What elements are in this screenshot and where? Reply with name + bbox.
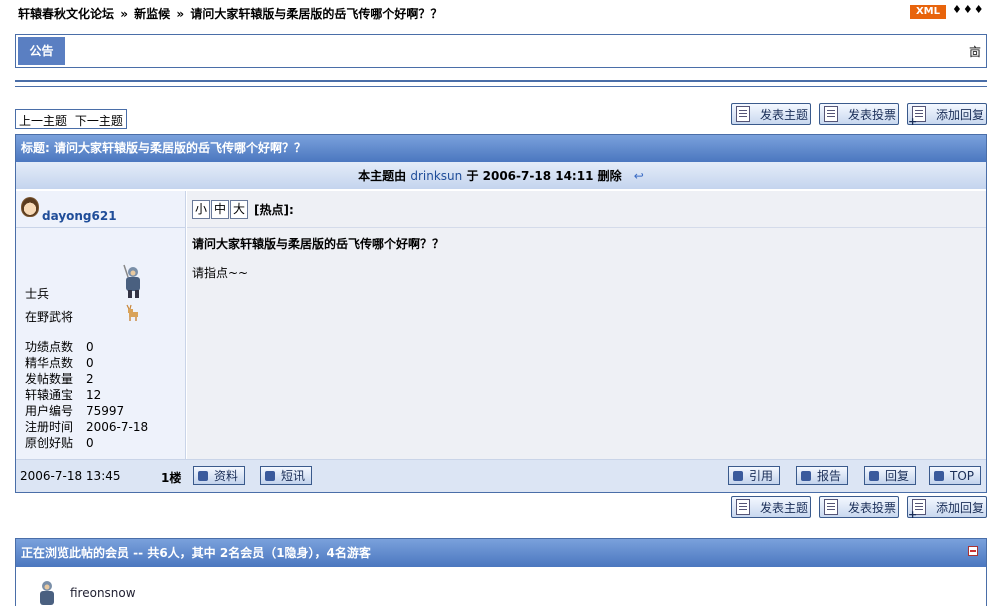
announcement-bar: 公告 㐭 bbox=[15, 34, 987, 68]
stat-row: 功绩点数 0 bbox=[25, 340, 94, 354]
quote-button[interactable]: 引用 bbox=[728, 466, 781, 485]
hot-label: [热点]: bbox=[254, 202, 294, 217]
breadcrumb-forum[interactable]: 轩辕春秋文化论坛 bbox=[18, 7, 114, 21]
back-icon[interactable]: ↩ bbox=[634, 169, 644, 183]
breadcrumb-topic: 请问大家轩辕版与柔居版的岳飞传哪个好啊？？ bbox=[190, 7, 443, 21]
deer-rank-icon bbox=[126, 304, 138, 321]
document-icon bbox=[736, 499, 750, 515]
member-warrior-icon bbox=[40, 581, 54, 605]
stat-row: 原创好贴 0 bbox=[25, 436, 94, 450]
post-date: 2006-7-18 13:45 bbox=[20, 469, 121, 483]
edit-note-bar: 本主题由 drinksun 于 2006-7-18 14:11 删除 ↩ bbox=[16, 162, 986, 190]
plus-icon bbox=[265, 470, 275, 481]
post-title-bar: 标题: 请问大家轩辕版与柔居版的岳飞传哪个好啊？？ bbox=[16, 135, 986, 162]
new-topic-button[interactable]: 发表主题 bbox=[731, 496, 811, 518]
document-icon bbox=[824, 499, 838, 515]
topic-navigation: 上一主题 下一主题 bbox=[15, 109, 127, 129]
stat-row: 注册时间 2006-7-18 bbox=[25, 420, 149, 434]
announcement-label: 公告 bbox=[18, 37, 65, 65]
action-buttons-top: 发表主题 发表投票 添加回复 bbox=[731, 103, 987, 128]
divider bbox=[15, 80, 987, 87]
breadcrumb-separator: » bbox=[176, 7, 185, 21]
announcement-scroll-icon[interactable]: 㐭 bbox=[969, 43, 981, 60]
floor-number: 1楼 bbox=[161, 471, 182, 485]
font-size-toolbar: 小 中 大 [热点]: bbox=[187, 191, 986, 228]
stat-row: 用户编号 75997 bbox=[25, 404, 125, 418]
add-reply-button[interactable]: 添加回复 bbox=[907, 496, 987, 521]
top-button[interactable]: TOP bbox=[929, 466, 982, 485]
user-icon bbox=[198, 470, 208, 481]
prev-topic-link[interactable]: 上一主题 bbox=[19, 114, 67, 128]
edit-user-link[interactable]: drinksun bbox=[410, 169, 462, 183]
report-button[interactable]: 报告 bbox=[796, 466, 849, 485]
author-row: dayong621 bbox=[16, 191, 185, 228]
new-topic-button[interactable]: 发表主题 bbox=[731, 103, 811, 125]
stat-row: 发帖数量 2 bbox=[25, 372, 94, 386]
post-content-panel: 小 中 大 [热点]: 请问大家轩辕版与柔居版的岳飞传哪个好啊？？ 请指点~~ bbox=[187, 191, 986, 459]
post-subject: 请问大家轩辕版与柔居版的岳飞传哪个好啊？？ bbox=[192, 237, 445, 251]
viewers-header: 正在浏览此帖的会员 -- 共6人，其中 2名会员（1隐身），4名游客 bbox=[16, 539, 986, 567]
rank-subtitle: 在野武将 bbox=[25, 310, 74, 324]
avatar-icon bbox=[21, 197, 39, 217]
post-table: 标题: 请问大家轩辕版与柔居版的岳飞传哪个好啊？？ 本主题由 drinksun … bbox=[15, 134, 987, 493]
xml-feed-badge[interactable]: XML bbox=[910, 5, 946, 19]
font-medium-button[interactable]: 中 bbox=[211, 199, 229, 219]
edit-note-text: 于 2006-7-18 14:11 删除 bbox=[466, 169, 622, 183]
member-name[interactable]: fireonsnow bbox=[70, 586, 136, 600]
quote-icon bbox=[733, 470, 743, 481]
document-plus-icon bbox=[908, 499, 926, 521]
collapse-icon[interactable] bbox=[968, 546, 978, 556]
reply-button[interactable]: 回复 bbox=[864, 466, 917, 485]
post-footer: 2006-7-18 13:45 1楼 资料 短讯 引用 报告 回复 TOP bbox=[16, 459, 986, 492]
breadcrumb-board[interactable]: 新监候 bbox=[134, 7, 170, 21]
next-topic-link[interactable]: 下一主题 bbox=[75, 114, 123, 128]
rank-title: 士兵 bbox=[25, 287, 50, 301]
font-large-button[interactable]: 大 bbox=[230, 199, 248, 219]
profile-button[interactable]: 资料 bbox=[193, 466, 246, 485]
report-icon bbox=[801, 470, 811, 481]
author-name[interactable]: dayong621 bbox=[42, 209, 117, 223]
action-buttons-bottom: 发表主题 发表投票 添加回复 bbox=[731, 496, 987, 521]
edit-note-prefix: 本主题由 bbox=[358, 169, 407, 183]
stat-row: 轩辕通宝 12 bbox=[25, 388, 102, 402]
online-viewers-box: 正在浏览此帖的会员 -- 共6人，其中 2名会员（1隐身），4名游客 fireo… bbox=[15, 538, 987, 606]
post-body: 请指点~~ bbox=[192, 266, 249, 280]
warrior-rank-icon bbox=[123, 264, 140, 298]
author-panel: dayong621 士兵 在野武将 功绩点数 0 精华点数 0 发帖数量 2 轩辕通宝… bbox=[16, 191, 186, 459]
viewers-header-text: 正在浏览此帖的会员 -- 共6人，其中 2名会员（1隐身），4名游客 bbox=[21, 546, 371, 560]
new-poll-button[interactable]: 发表投票 bbox=[819, 103, 899, 125]
jump-arrows-icon[interactable]: ♦♦♦ bbox=[952, 3, 985, 16]
stat-row: 精华点数 0 bbox=[25, 356, 94, 370]
breadcrumb: 轩辕春秋文化论坛 » 新监候 » 请问大家轩辕版与柔居版的岳飞传哪个好啊？？ bbox=[18, 5, 444, 22]
quote-icon bbox=[869, 470, 879, 481]
document-icon bbox=[736, 106, 750, 122]
document-plus-icon bbox=[908, 106, 926, 128]
arrow-up-icon bbox=[934, 470, 944, 481]
new-poll-button[interactable]: 发表投票 bbox=[819, 496, 899, 518]
font-small-button[interactable]: 小 bbox=[192, 199, 210, 219]
document-icon bbox=[824, 106, 838, 122]
author-stats: 功绩点数 0 精华点数 0 发帖数量 2 轩辕通宝 12 用户编号 75997 注册时间 2… bbox=[25, 339, 148, 451]
add-reply-button[interactable]: 添加回复 bbox=[907, 103, 987, 128]
message-button[interactable]: 短讯 bbox=[260, 466, 313, 485]
breadcrumb-separator: » bbox=[120, 7, 128, 21]
